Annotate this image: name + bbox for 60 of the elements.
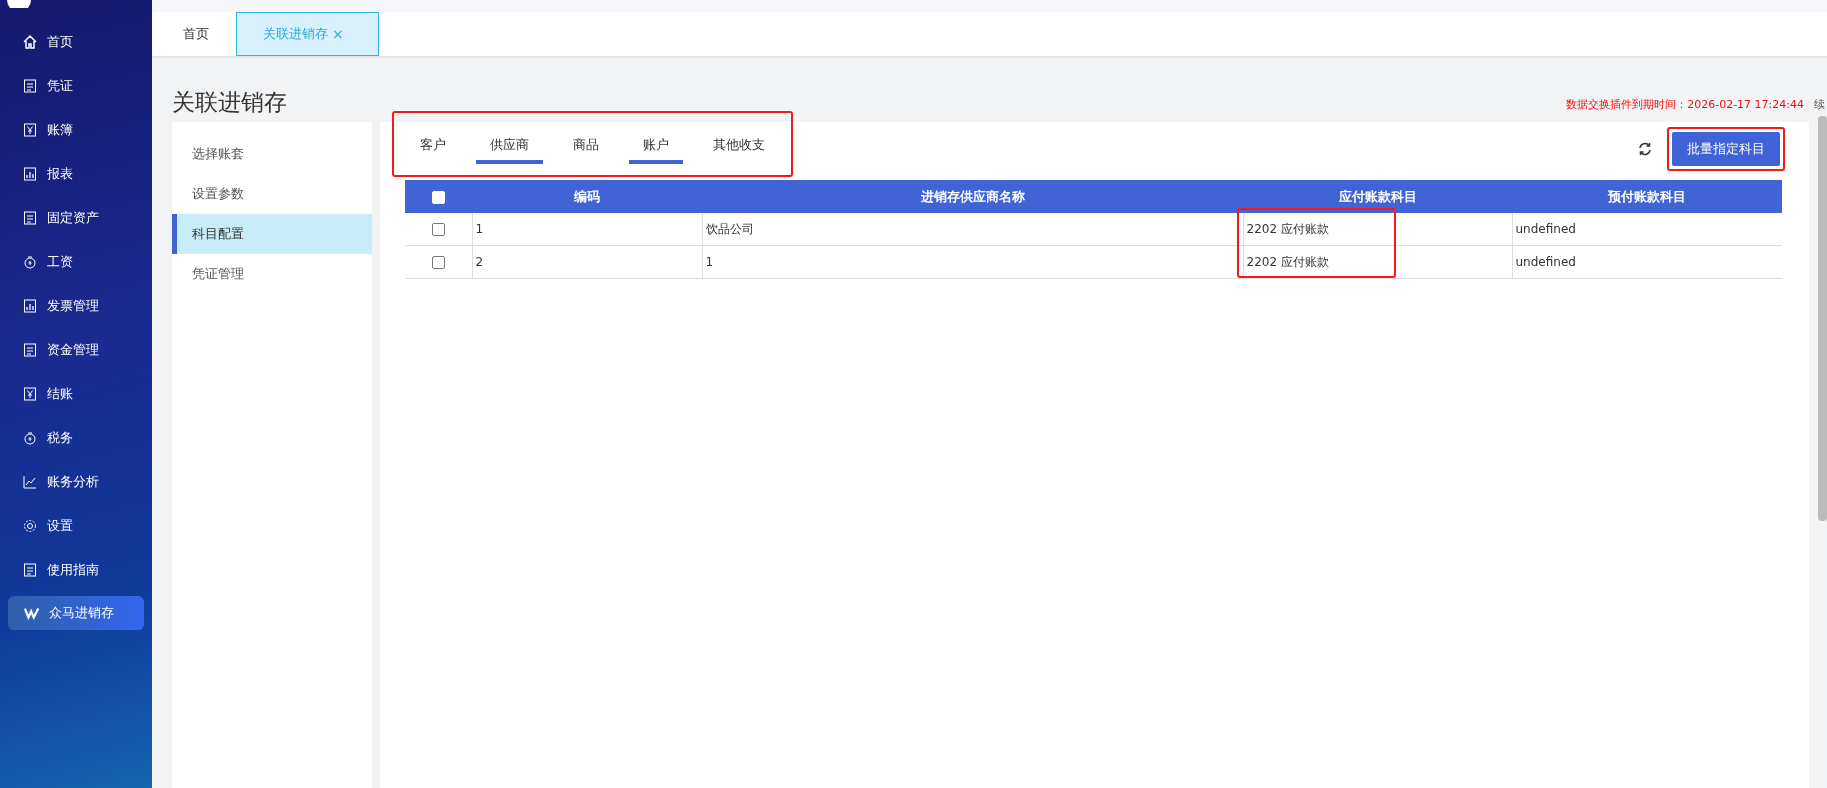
document-icon: [22, 562, 38, 578]
sidebar-item[interactable]: 使用指南: [8, 548, 144, 592]
sidebar-item[interactable]: 资金管理: [8, 328, 144, 372]
step-item[interactable]: 选择账套: [172, 134, 372, 174]
document-icon: [22, 78, 38, 94]
document-icon: [22, 210, 38, 226]
select-all-checkbox[interactable]: [432, 191, 445, 204]
sidebar-item[interactable]: 工资: [8, 240, 144, 284]
table-cell: undefined: [1512, 245, 1782, 279]
category-tab[interactable]: 供应商: [476, 130, 543, 164]
table-cell: 饮品公司: [702, 213, 1243, 246]
column-header: 应付账款科目: [1243, 180, 1512, 213]
table-cell: 1: [702, 245, 1243, 279]
home-icon: [22, 34, 38, 50]
line-chart-icon: [22, 474, 38, 490]
table-cell: 1: [472, 213, 702, 246]
category-tab[interactable]: 商品: [565, 130, 607, 164]
batch-assign-button[interactable]: 批量指定科目: [1672, 132, 1780, 166]
chart-icon: [22, 298, 38, 314]
table-cell: 2202 应付账款: [1243, 245, 1512, 279]
money-bag-icon: [22, 254, 38, 270]
column-header: 进销存供应商名称: [702, 180, 1243, 213]
row-checkbox[interactable]: [431, 223, 445, 236]
sidebar-item[interactable]: 众马进销存: [8, 596, 144, 630]
money-bag-icon: [22, 430, 38, 446]
column-header: 编码: [472, 180, 702, 213]
sidebar-item[interactable]: 首页: [8, 20, 144, 64]
renew-link[interactable]: 续: [1814, 97, 1825, 112]
refresh-icon[interactable]: [1637, 141, 1653, 157]
sidebar-item[interactable]: 税务: [8, 416, 144, 460]
table-cell: undefined: [1512, 213, 1782, 246]
logo-icon: [4, 0, 34, 8]
category-tab[interactable]: 其他收支: [705, 130, 773, 164]
sidebar-item[interactable]: 报表: [8, 152, 144, 196]
expiry-notice: 数据交换插件到期时间：2026-02-17 17:24:44: [1566, 97, 1804, 112]
row-checkbox[interactable]: [431, 256, 445, 269]
column-header: 预付账款科目: [1512, 180, 1782, 213]
yen-icon: [22, 386, 38, 402]
page-tab[interactable]: 首页: [156, 12, 236, 56]
sidebar-item[interactable]: 发票管理: [8, 284, 144, 328]
sidebar-item[interactable]: 账务分析: [8, 460, 144, 504]
scrollbar[interactable]: [1818, 116, 1827, 521]
yen-icon: [22, 122, 38, 138]
sidebar-item[interactable]: 账簿: [8, 108, 144, 152]
document-icon: [22, 342, 38, 358]
table-cell: 2: [472, 245, 702, 279]
settings-icon: [22, 518, 38, 534]
w-logo-icon: [24, 605, 40, 621]
sidebar-item[interactable]: 结账: [8, 372, 144, 416]
step-item[interactable]: 设置参数: [172, 174, 372, 214]
sidebar-item[interactable]: 设置: [8, 504, 144, 548]
sidebar-item[interactable]: 固定资产: [8, 196, 144, 240]
category-tab[interactable]: 客户: [412, 130, 454, 164]
table-cell: 2202 应付账款: [1243, 213, 1512, 246]
step-item[interactable]: 凭证管理: [172, 254, 372, 294]
chart-icon: [22, 166, 38, 182]
sidebar-item[interactable]: 凭证: [8, 64, 144, 108]
step-item[interactable]: 科目配置: [172, 214, 372, 254]
page-title: 关联进销存: [172, 88, 287, 117]
category-tab[interactable]: 账户: [629, 130, 683, 164]
